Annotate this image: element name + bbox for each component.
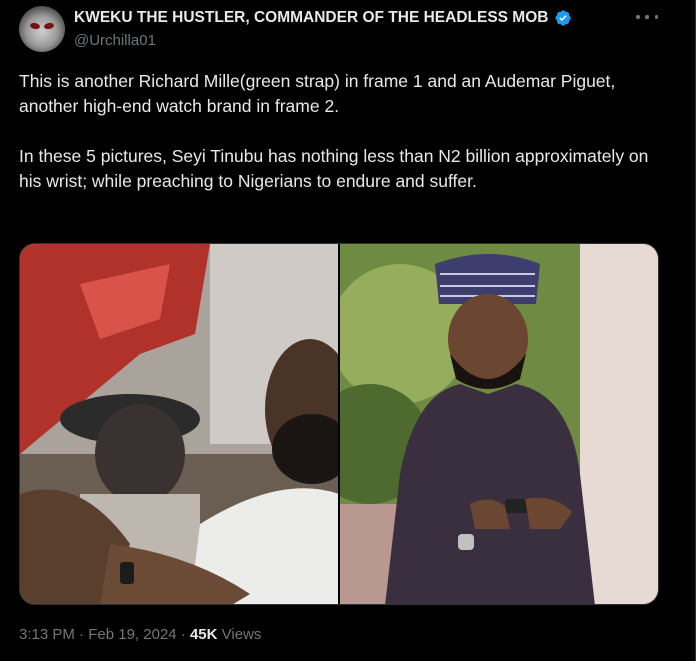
author-handle[interactable]: @Urchilla01 [74, 32, 156, 49]
tweet-time-link[interactable]: 3:13 PM · Feb 19, 2024 [19, 626, 177, 643]
photo-2-illustration [340, 244, 658, 604]
author-name-row: KWEKU THE HUSTLER, COMMANDER OF THE HEAD… [74, 9, 572, 27]
tweet-time: 3:13 PM [19, 626, 75, 643]
meta-separator: · [79, 626, 85, 643]
views-label: Views [221, 626, 262, 643]
media-photo-frame-2[interactable] [340, 244, 658, 604]
more-dot [645, 15, 649, 19]
tweet-paragraph: In these 5 pictures, Seyi Tinubu has not… [19, 146, 649, 191]
author-display-name[interactable]: KWEKU THE HUSTLER, COMMANDER OF THE HEAD… [74, 9, 548, 27]
avatar-eye-left [29, 22, 41, 30]
tweet-text: This is another Richard Mille(green stra… [19, 69, 659, 219]
views-count: 45K [189, 626, 218, 643]
more-options-icon[interactable] [636, 8, 658, 26]
meta-separator: · [180, 626, 186, 643]
tweet: KWEKU THE HUSTLER, COMMANDER OF THE HEAD… [0, 0, 696, 661]
tweet-media[interactable] [19, 243, 659, 605]
verified-badge-icon [555, 10, 572, 26]
media-photo-frame-1[interactable] [20, 244, 338, 604]
tweet-date: Feb 19, 2024 [88, 626, 177, 643]
more-dot [636, 15, 640, 19]
avatar[interactable] [19, 6, 65, 52]
tweet-timestamp: 3:13 PM · Feb 19, 2024 · 45K Views [19, 626, 261, 643]
avatar-eye-right [43, 22, 55, 30]
tweet-paragraph: This is another Richard Mille(green stra… [19, 71, 616, 116]
more-dot [654, 15, 658, 19]
photo-1-illustration [20, 244, 338, 604]
